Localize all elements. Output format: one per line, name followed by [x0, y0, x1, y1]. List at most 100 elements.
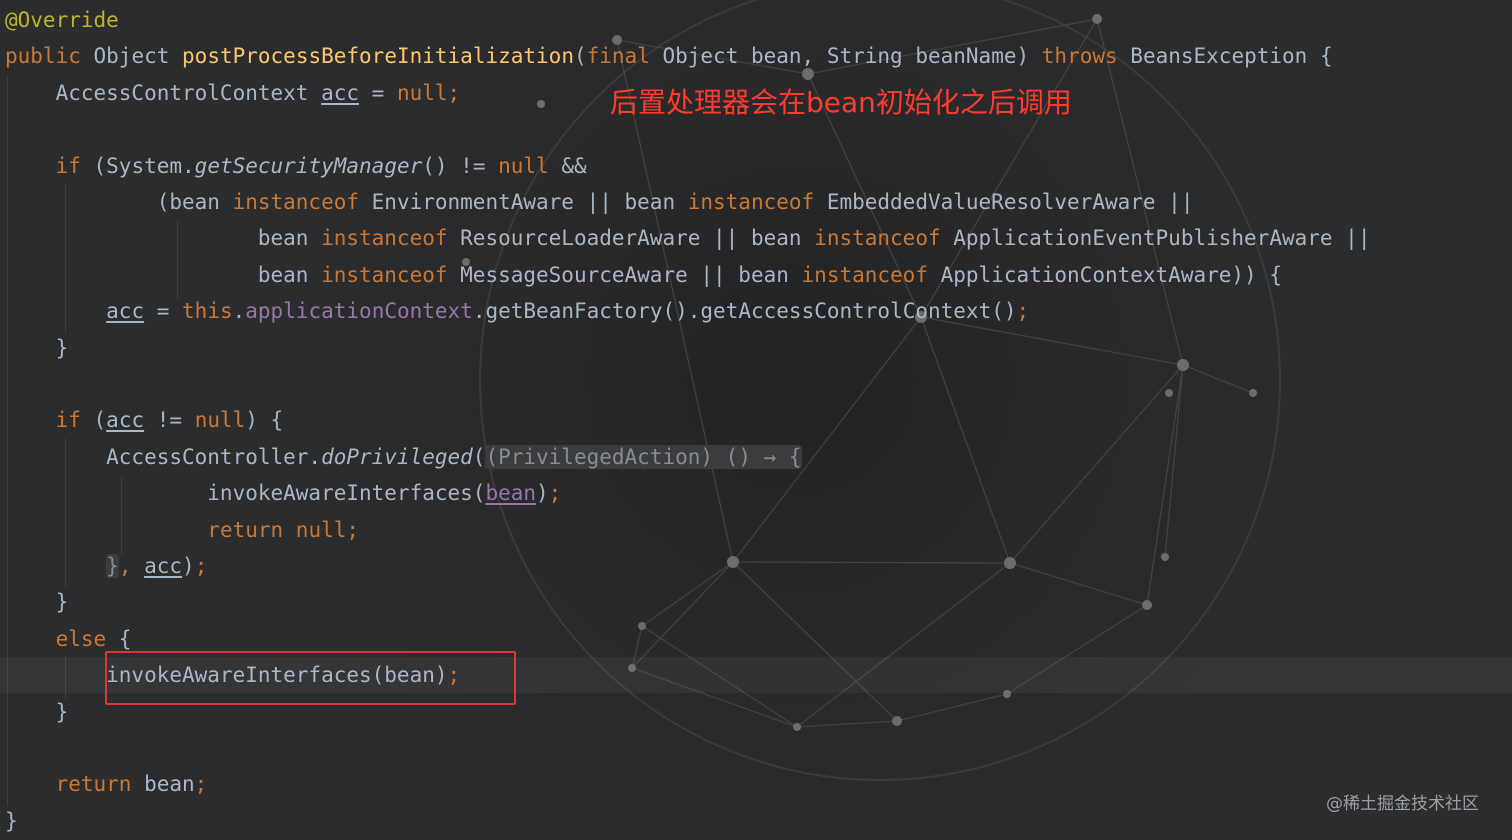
- code-token: instanceof: [814, 226, 954, 251]
- code-token: invokeAwareInterfaces(: [5, 481, 486, 506]
- code-line[interactable]: }, acc);: [0, 548, 1512, 584]
- code-token: ;: [194, 772, 208, 797]
- code-token: doPrivileged: [321, 444, 473, 469]
- code-line[interactable]: bean instanceof ResourceLoaderAware || b…: [0, 220, 1512, 256]
- code-token: .: [232, 299, 246, 324]
- code-token: public: [5, 44, 94, 69]
- code-token: bean: [5, 226, 322, 251]
- code-line[interactable]: if (System.getSecurityManager() != null …: [0, 148, 1512, 184]
- annotation-text: 后置处理器会在bean初始化之后调用: [610, 86, 1072, 119]
- code-token: }: [5, 590, 69, 615]
- code-token: AccessControlContext: [5, 80, 322, 105]
- code-token: null: [498, 153, 562, 178]
- code-token: else: [55, 626, 119, 651]
- code-token: return: [55, 772, 145, 797]
- code-token: bean: [485, 481, 537, 506]
- code-token: ResourceLoaderAware || bean: [460, 226, 815, 251]
- code-token: if: [55, 408, 94, 433]
- code-editor[interactable]: @Override public Object postProcessBefore…: [0, 0, 1512, 840]
- code-token: =: [144, 299, 183, 324]
- code-token: Object: [93, 44, 183, 69]
- code-token: final: [586, 44, 663, 69]
- code-line[interactable]: }: [0, 584, 1512, 620]
- code-token: acc: [106, 299, 145, 324]
- highlight-box: [105, 651, 516, 705]
- code-line[interactable]: if (acc != null) {: [0, 402, 1512, 438]
- code-line[interactable]: }: [0, 803, 1512, 839]
- code-token: Object bean, String beanName): [662, 44, 1042, 69]
- code-line[interactable]: return null;: [0, 512, 1512, 548]
- code-token: ;: [548, 481, 562, 506]
- code-token: EnvironmentAware || bean: [371, 190, 688, 214]
- code-token: throws: [1041, 44, 1131, 69]
- code-token: ApplicationEventPublisherAware ||: [953, 226, 1371, 251]
- code-token: ): [536, 481, 549, 506]
- code-token: this: [182, 299, 233, 324]
- code-token: EmbeddedValueResolverAware ||: [826, 190, 1194, 214]
- code-line[interactable]: acc = this.applicationContext.getBeanFac…: [0, 293, 1512, 329]
- code-token: ApplicationContextAware)) {: [940, 262, 1282, 287]
- code-line[interactable]: }: [0, 330, 1512, 366]
- code-token: &&: [561, 153, 587, 178]
- code-token: ;: [1016, 299, 1030, 324]
- code-token: instanceof: [232, 190, 372, 214]
- code-token: (bean: [5, 190, 233, 214]
- code-token: (PrivilegedAction) () → {: [485, 444, 802, 469]
- code-line[interactable]: bean instanceof MessageSourceAware || be…: [0, 257, 1512, 293]
- code-token: instanceof: [321, 262, 461, 287]
- code-token: bean: [144, 772, 195, 797]
- code-token: return null;: [207, 517, 360, 542]
- code-token: =: [359, 80, 397, 105]
- code-token: null: [194, 408, 246, 433]
- code-token: ,: [118, 554, 145, 578]
- code-token: ;: [194, 554, 208, 578]
- watermark: @稀土掘金技术社区: [1326, 794, 1479, 814]
- code-token: null: [396, 80, 448, 105]
- code-token: (: [472, 444, 486, 469]
- code-token: .getBeanFactory().getAccessControlContex…: [472, 299, 1017, 324]
- code-token: (System.: [93, 153, 195, 178]
- code-token: getSecurityManager: [194, 153, 423, 178]
- code-token: {: [118, 626, 132, 651]
- code-token: }: [5, 699, 69, 724]
- code-line[interactable]: [0, 730, 1512, 766]
- code-token: ) {: [245, 408, 284, 433]
- code-token: acc: [144, 554, 183, 578]
- code-token: () !=: [422, 153, 499, 178]
- code-token: instanceof: [321, 226, 461, 251]
- code-token: (: [93, 408, 107, 433]
- code-line[interactable]: [0, 366, 1512, 402]
- code-token: AccessController.: [5, 444, 322, 469]
- code-token: (: [573, 44, 587, 69]
- code-line[interactable]: public Object postProcessBeforeInitializ…: [0, 38, 1512, 74]
- code-token: }: [5, 808, 18, 833]
- code-token: @Override: [5, 8, 119, 32]
- code-token: instanceof: [801, 262, 941, 287]
- code-line[interactable]: AccessController.doPrivileged((Privilege…: [0, 439, 1512, 475]
- code-token: bean: [5, 262, 322, 287]
- code-token: }: [106, 554, 119, 578]
- code-token: BeansException {: [1130, 44, 1333, 69]
- code-token: applicationContext: [245, 299, 473, 324]
- code-token: acc: [321, 80, 360, 105]
- code-line[interactable]: (bean instanceof EnvironmentAware || bea…: [0, 184, 1512, 220]
- code-token: MessageSourceAware || bean: [460, 262, 802, 287]
- code-line[interactable]: return bean;: [0, 766, 1512, 802]
- code-token: postProcessBeforeInitialization: [182, 44, 574, 69]
- code-token: acc: [106, 408, 145, 433]
- code-token: }: [5, 335, 69, 360]
- code-token: ;: [447, 80, 461, 105]
- code-token: if: [55, 153, 94, 178]
- code-token: instanceof: [687, 190, 827, 214]
- code-line[interactable]: @Override: [0, 2, 1512, 38]
- code-token: !=: [144, 408, 195, 433]
- code-token: ): [182, 554, 195, 578]
- code-line[interactable]: invokeAwareInterfaces(bean);: [0, 475, 1512, 511]
